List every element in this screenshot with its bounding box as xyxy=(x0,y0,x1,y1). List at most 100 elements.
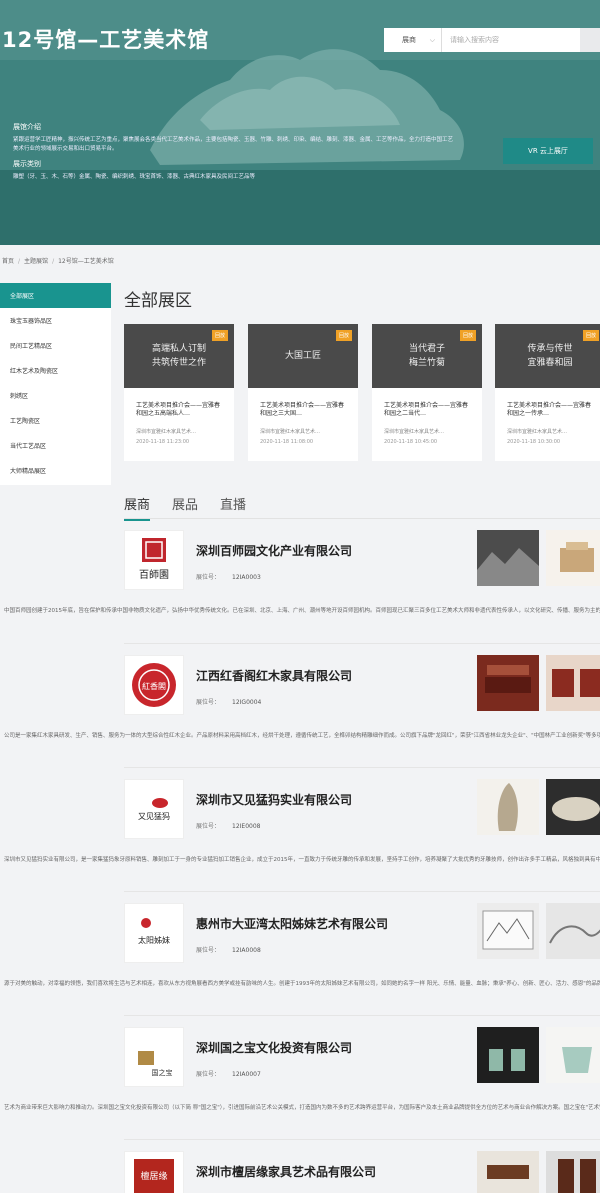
sidebar-item-all[interactable]: 全部展区 xyxy=(0,283,111,308)
list-divider xyxy=(124,1015,600,1016)
search-type-select[interactable]: 展商 ⌵ xyxy=(384,28,442,52)
youjianmengma-logo-icon: 又见猛犸 xyxy=(138,798,170,821)
exhibit-thumbnail[interactable] xyxy=(477,779,539,835)
exhibit-thumbnail[interactable] xyxy=(546,1027,600,1083)
exhibit-thumbnail[interactable] xyxy=(546,530,600,586)
company-name[interactable]: 江西红香阁红木家具有限公司 xyxy=(196,667,352,684)
booth-label: 展位号： xyxy=(196,823,221,830)
company-description: 源于对美的触动，对幸福的领悟，我们喜欢将生活与艺术相连，喜欢从东方视角展看西方美… xyxy=(4,981,600,987)
exhibit-thumbnail[interactable] xyxy=(546,1151,600,1193)
exhibitor-item[interactable]: 国之宝 深圳国之宝文化投资有限公司 展位号： 12IA0007 艺术为商业带来巨大… xyxy=(4,1027,600,1137)
card-cover-text: 当代君子 梅兰竹菊 xyxy=(408,344,445,368)
sidebar-item-ceramics[interactable]: 工艺陶瓷区 xyxy=(0,408,111,433)
logo-text: 檀居缘 xyxy=(140,1170,167,1182)
card-date: 2020-11-18 10:30:00 xyxy=(507,439,561,445)
sidebar-item-redwood[interactable]: 红木艺术及陶瓷区 xyxy=(0,358,111,383)
sidebar-item-embroidery[interactable]: 刺绣区 xyxy=(0,383,111,408)
list-divider xyxy=(124,767,600,768)
sidebar-item-jewelry[interactable]: 珠宝玉器饰品区 xyxy=(0,308,111,333)
live-card[interactable]: 高端私人订制 共筑传世之作 回放 工艺美术项目推介会——宜雅春和园之五高端私人… 深… xyxy=(124,324,234,461)
company-name[interactable]: 深圳市又见猛犸实业有限公司 xyxy=(196,791,352,808)
exhibit-thumbnail[interactable] xyxy=(477,1151,539,1193)
card-cover: 高端私人订制 共筑传世之作 回放 xyxy=(124,324,234,388)
exhibit-thumbnail[interactable] xyxy=(477,655,539,711)
live-card-list: 高端私人订制 共筑传世之作 回放 工艺美术项目推介会——宜雅春和园之五高端私人… 深… xyxy=(124,324,600,461)
card-cover-text: 大国工匠 xyxy=(284,351,321,361)
list-divider xyxy=(124,891,600,892)
card-cover-text: 传承与传世 宜雅春和园 xyxy=(527,344,573,368)
company-name[interactable]: 深圳市檀居缘家具艺术品有限公司 xyxy=(196,1163,376,1180)
card-date: 2020-11-18 11:23:00 xyxy=(136,439,190,445)
sidebar-item-contemporary[interactable]: 当代工艺品区 xyxy=(0,433,111,458)
exhibit-thumbnail[interactable] xyxy=(546,779,600,835)
company-logo: 檀居缘 xyxy=(124,1151,184,1193)
exhibit-thumbnail[interactable] xyxy=(477,1027,539,1083)
live-card[interactable]: 当代君子 梅兰竹菊 回放 工艺美术项目推介会——宜雅春和园之二当代… 深圳市宜雅红木… xyxy=(372,324,482,461)
sidebar-item-masters[interactable]: 大师精品展区 xyxy=(0,458,111,483)
category-heading: 展示类别 xyxy=(13,160,41,168)
booth-label: 展位号： xyxy=(196,699,221,706)
exhibit-thumbnail[interactable] xyxy=(546,655,600,711)
exhibitor-item[interactable]: 檀居缘 深圳市檀居缘家具艺术品有限公司 xyxy=(124,1151,600,1193)
live-card[interactable]: 传承与传世 宜雅春和园 回放 工艺美术项目推介会——宜雅春和园之一传承… 深圳市宜雅… xyxy=(495,324,600,461)
company-logo: 国之宝 xyxy=(124,1027,184,1087)
company-logo: 太阳姊妹 xyxy=(124,903,184,963)
card-cover-text: 高端私人订制 共筑传世之作 xyxy=(151,344,206,368)
intro-heading: 展馆介绍 xyxy=(13,123,41,131)
card-company: 深圳市宜雅红木家具艺术… xyxy=(384,429,445,435)
tanjuyuan-logo-icon: 檀居缘 xyxy=(134,1159,174,1193)
tabs-divider xyxy=(124,518,600,519)
hall-intro: 展馆介绍 紧跟运营学工匠精神，振兴传统工艺为重点，聚焦展会各类当代工艺美术作品，… xyxy=(13,122,453,188)
card-company: 深圳市宜雅红木家具艺术… xyxy=(136,429,197,435)
booth-number: 12IA0007 xyxy=(232,1071,261,1078)
sidebar-item-folk-craft[interactable]: 民间工艺精品区 xyxy=(0,333,111,358)
card-title: 工艺美术项目推介会——宜雅春和园之一传承… xyxy=(507,402,592,417)
exhibit-thumbnail[interactable] xyxy=(477,530,539,586)
booth-number: 12IA0003 xyxy=(232,574,261,581)
company-logo: 百師園 xyxy=(124,530,184,590)
card-cover: 传承与传世 宜雅春和园 回放 xyxy=(495,324,600,388)
chevron-down-icon: ⌵ xyxy=(429,35,435,44)
vr-hall-button[interactable]: VR 云上展厅 xyxy=(503,138,593,164)
company-name[interactable]: 深圳国之宝文化投资有限公司 xyxy=(196,1039,352,1056)
breadcrumb: 首页 / 主题展馆/12号馆—工艺美术馆 xyxy=(2,258,114,265)
tab-live[interactable]: 直播 xyxy=(220,494,246,521)
company-logo: 紅香閣 xyxy=(124,655,184,715)
baishiyuan-logo-icon: 百師園 xyxy=(139,538,169,581)
logo-text: 太阳姊妹 xyxy=(138,935,170,945)
exhibitor-item[interactable]: 太阳姊妹 惠州市大亚湾太阳姊妹艺术有限公司 展位号： 12IA0008 源于对美的… xyxy=(4,903,600,1013)
live-card[interactable]: 大国工匠 回放 工艺美术项目推介会——宜雅春和园之三大国… 深圳市宜雅红木家具艺术… xyxy=(248,324,358,461)
exhibit-thumbnail[interactable] xyxy=(477,903,539,959)
breadcrumb-home[interactable]: 首页 xyxy=(2,258,14,265)
exhibit-thumbnail[interactable] xyxy=(546,903,600,959)
guozhibao-logo-icon: 国之宝 xyxy=(138,1051,173,1077)
list-divider xyxy=(124,1139,600,1140)
card-cover: 当代君子 梅兰竹菊 回放 xyxy=(372,324,482,388)
search-button[interactable] xyxy=(580,28,600,52)
booth-number: 12IE0008 xyxy=(232,823,261,830)
card-company: 深圳市宜雅红木家具艺术… xyxy=(507,429,568,435)
breadcrumb-halls[interactable]: 主题展馆 xyxy=(24,258,48,265)
booth-label: 展位号： xyxy=(196,1071,221,1078)
content-tabs: 展商 展品 直播 xyxy=(124,494,246,521)
tab-exhibitors[interactable]: 展商 xyxy=(124,494,151,521)
booth-info: 展位号： 12IA0007 xyxy=(196,1069,261,1078)
search-input[interactable] xyxy=(442,29,580,51)
hongxiangge-logo-icon: 紅香閣 xyxy=(132,663,176,707)
tab-exhibits[interactable]: 展品 xyxy=(172,494,198,521)
company-logo: 又见猛犸 xyxy=(124,779,184,839)
card-date: 2020-11-18 10:45:00 xyxy=(384,439,438,445)
hall-title: 12号馆—工艺美术馆 xyxy=(2,28,210,52)
replay-badge: 回放 xyxy=(459,330,476,341)
logo-text: 紅香閣 xyxy=(142,681,166,691)
booth-info: 展位号： 12IG0004 xyxy=(196,697,261,706)
exhibitor-item[interactable]: 百師園 深圳百师园文化产业有限公司 展位号： 12IA0003 中国百师园创建于2… xyxy=(4,530,600,640)
card-date: 2020-11-18 11:08:00 xyxy=(260,439,314,445)
exhibitor-item[interactable]: 又见猛犸 深圳市又见猛犸实业有限公司 展位号： 12IE0008 深圳市又见猛犸实… xyxy=(4,779,600,889)
company-name[interactable]: 深圳百师园文化产业有限公司 xyxy=(196,542,352,559)
card-title: 工艺美术项目推介会——宜雅春和园之三大国… xyxy=(260,402,345,417)
exhibitor-item[interactable]: 紅香閣 江西红香阁红木家具有限公司 展位号： 12IG0004 公司是一家集红木家… xyxy=(4,655,600,765)
booth-number: 12IG0004 xyxy=(232,699,262,706)
zone-sidebar: 全部展区 珠宝玉器饰品区 民间工艺精品区 红木艺术及陶瓷区 刺绣区 工艺陶瓷区 … xyxy=(0,283,111,485)
company-name[interactable]: 惠州市大亚湾太阳姊妹艺术有限公司 xyxy=(196,915,388,932)
